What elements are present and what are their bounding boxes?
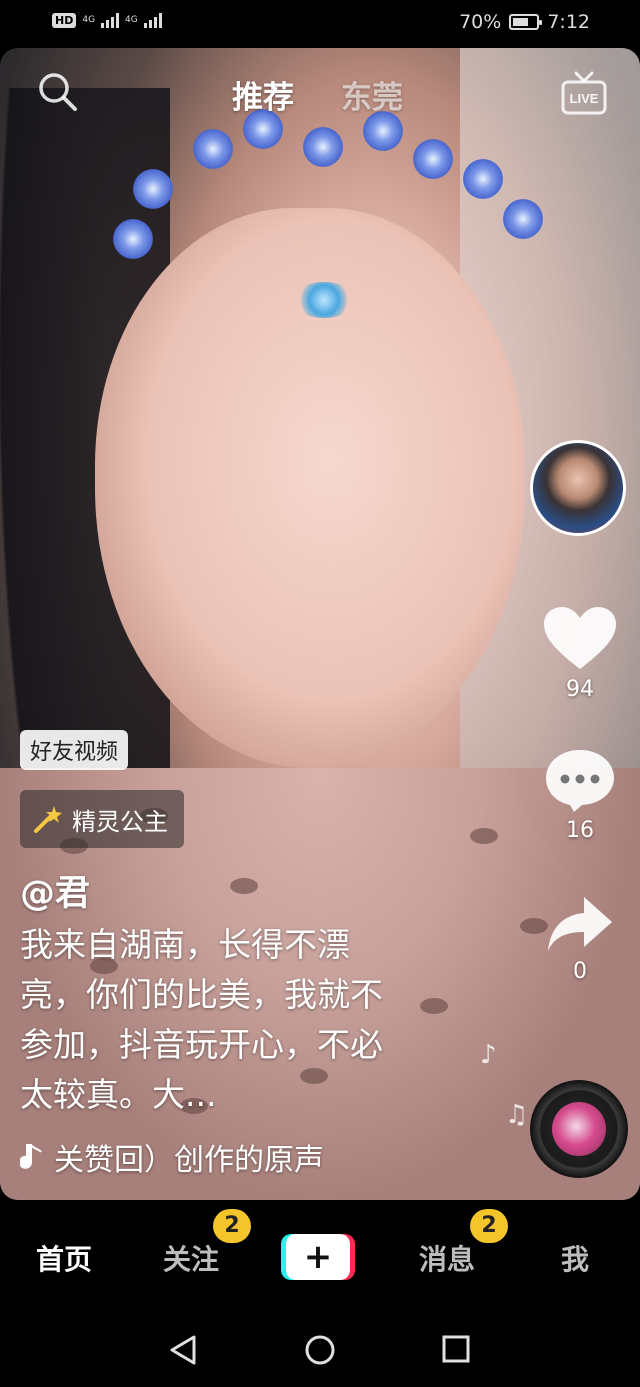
friend-video-badge: 好友视频 (20, 730, 129, 770)
share-icon (548, 897, 612, 951)
status-bar: HD 4G 4G 70% 7:12 (0, 0, 640, 48)
messages-badge: 2 (470, 1209, 508, 1243)
recents-icon[interactable] (442, 1335, 470, 1367)
signal-icon-1 (101, 12, 120, 28)
music-note-icon: ♪ (480, 1040, 497, 1070)
battery-fill (513, 18, 529, 26)
live-tv-icon[interactable]: LIVE (560, 70, 608, 116)
music-info[interactable]: 关赞回）创作的原声 (20, 1135, 324, 1179)
network-type-2: 4G (125, 14, 138, 25)
music-cover (552, 1102, 606, 1156)
flower-crown-effect (110, 106, 546, 266)
comment-button[interactable]: 16 (540, 748, 620, 843)
username[interactable]: @君 (20, 865, 90, 916)
following-badge: 2 (213, 1209, 251, 1243)
like-count: 94 (566, 677, 594, 702)
top-navigation: 推荐 东莞 LIVE (0, 70, 640, 120)
status-right: 70% 7:12 (459, 11, 590, 33)
live-label: LIVE (570, 91, 599, 106)
magic-wand-icon (34, 806, 62, 833)
search-icon[interactable] (36, 70, 80, 114)
nav-messages[interactable]: 消息 (419, 1238, 475, 1278)
heart-icon (544, 607, 616, 669)
clock: 7:12 (547, 11, 590, 33)
bottom-navigation: 首页 关注 2 + 消息 2 我 (0, 1200, 640, 1310)
hd-indicator: HD (52, 12, 77, 28)
tab-recommend[interactable]: 推荐 (232, 72, 294, 117)
status-left: HD 4G 4G (52, 12, 162, 28)
home-icon[interactable] (304, 1334, 336, 1370)
effect-name: 精灵公主 (72, 807, 168, 836)
music-title: 关赞回）创作的原声 (54, 1143, 324, 1178)
back-icon[interactable] (168, 1334, 198, 1370)
plus-icon: + (303, 1237, 333, 1277)
like-button[interactable]: 94 (540, 605, 620, 702)
network-type-1: 4G (82, 14, 96, 25)
author-avatar[interactable] (530, 440, 626, 536)
system-navigation-bar (0, 1310, 640, 1387)
share-button[interactable]: 0 (540, 893, 620, 984)
forehead-jewel-effect (292, 282, 356, 318)
nav-me[interactable]: 我 (561, 1238, 589, 1278)
create-video-button[interactable]: + (281, 1234, 355, 1280)
battery-icon (509, 14, 543, 30)
share-count: 0 (573, 959, 587, 984)
nav-home[interactable]: 首页 (36, 1238, 92, 1278)
video-caption[interactable]: 我来自湖南，长得不漂亮，你们的比美，我就不参加，抖音玩开心，不必太较真。大... (20, 920, 415, 1120)
music-disc[interactable] (530, 1080, 628, 1178)
signal-icon-2 (143, 12, 162, 28)
effect-tag[interactable]: 精灵公主 (20, 790, 184, 848)
comment-icon (546, 750, 614, 812)
music-note-icon-2: ♫ (505, 1100, 529, 1130)
nav-following[interactable]: 关注 (163, 1238, 219, 1278)
music-note-icon-small (20, 1144, 42, 1169)
tab-local[interactable]: 东莞 (341, 72, 403, 117)
battery-percent: 70% (459, 11, 502, 33)
comment-count: 16 (566, 818, 594, 843)
